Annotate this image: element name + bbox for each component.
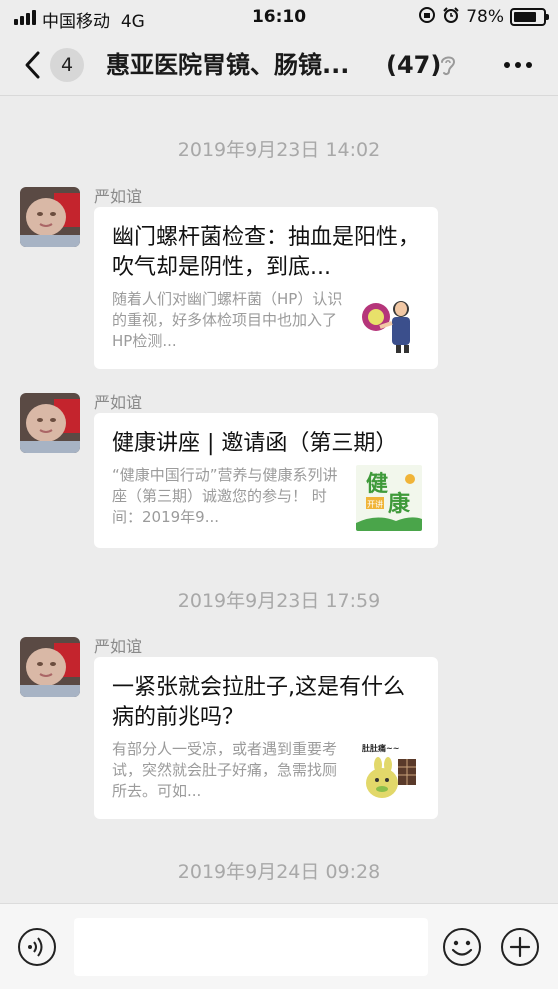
- chat-header: 4 惠亚医院胃镜、肠镜... (47): [0, 34, 558, 96]
- more-options-button[interactable]: [500, 48, 536, 82]
- back-button[interactable]: [18, 48, 48, 82]
- rotation-lock-icon: [418, 6, 436, 28]
- message-timestamp: 2019年9月23日 14:02: [177, 139, 381, 161]
- battery-percent: 78%: [466, 7, 504, 27]
- article-title: 幽门螺杆菌检查：抽血是阳性，吹气却是阴性，到底...: [112, 225, 421, 280]
- thumb-text-jian: 健: [366, 471, 388, 497]
- avatar[interactable]: [20, 637, 80, 697]
- thumb-caption: 肚肚痛~~: [362, 743, 399, 753]
- chevron-left-icon: [25, 51, 40, 79]
- alarm-icon: [442, 6, 460, 28]
- message-list[interactable]: 2019年9月23日 14:02 严如谊 幽门螺杆菌检查：抽血是阳性，吹气却是阴…: [0, 97, 558, 903]
- voice-input-button[interactable]: [17, 927, 57, 967]
- sender-name: 严如谊: [94, 637, 143, 656]
- battery-icon: [510, 8, 549, 26]
- article-thumbnail: 肚肚痛~~: [356, 739, 422, 805]
- shared-article-card[interactable]: 健康讲座 | 邀请函（第三期） “健康中国行动”营养与健康系列讲座（第三期）诚邀…: [94, 413, 438, 548]
- article-title: 一紧张就会拉肚子,这是有什么病的前兆吗？: [112, 675, 405, 730]
- shared-article-card[interactable]: 幽门螺杆菌检查：抽血是阳性，吹气却是阴性，到底... 随着人们对幽门螺杆菌（HP…: [94, 207, 438, 369]
- member-count: (47): [386, 51, 442, 79]
- status-bar: 中国移动 4G 16:10 78%: [0, 0, 558, 34]
- article-description: “健康中国行动”营养与健康系列讲座（第三期）诚邀您的参与！ 时间：2019年9.…: [112, 466, 338, 526]
- sender-name: 严如谊: [94, 393, 143, 412]
- message-input-bar: [0, 903, 558, 989]
- article-description: 随着人们对幽门螺杆菌（HP）认识的重视，好多体检项目中也加入了HP检测...: [112, 290, 343, 350]
- emoji-button[interactable]: [442, 927, 482, 967]
- thumb-tag: 开讲: [367, 499, 383, 509]
- avatar[interactable]: [20, 187, 80, 247]
- chat-title: 惠亚医院胃镜、肠镜...: [106, 51, 350, 79]
- article-thumbnail: [356, 289, 422, 355]
- ear-muted-icon: [438, 53, 458, 77]
- more-functions-button[interactable]: [500, 927, 540, 967]
- ellipsis-icon: [504, 62, 532, 68]
- plus-icon: [501, 928, 539, 966]
- shared-article-card[interactable]: 一紧张就会拉肚子,这是有什么病的前兆吗？ 有部分人一受凉，或者遇到重要考试，突然…: [94, 657, 438, 819]
- sender-name: 严如谊: [94, 187, 143, 206]
- smiley-icon: [443, 928, 481, 966]
- voice-icon: [18, 928, 56, 966]
- message-text-input[interactable]: [74, 918, 428, 976]
- article-title: 健康讲座 | 邀请函（第三期）: [112, 431, 398, 456]
- article-description: 有部分人一受凉，或者遇到重要考试，突然就会肚子好痛，急需找厕所去。可如...: [112, 740, 338, 800]
- article-thumbnail: 健 康 开讲: [356, 465, 422, 531]
- message-timestamp: 2019年9月23日 17:59: [177, 590, 381, 612]
- thumb-text-kang: 康: [388, 491, 411, 517]
- unread-count-badge: 4: [50, 48, 84, 82]
- avatar[interactable]: [20, 393, 80, 453]
- message-timestamp: 2019年9月24日 09:28: [177, 861, 381, 883]
